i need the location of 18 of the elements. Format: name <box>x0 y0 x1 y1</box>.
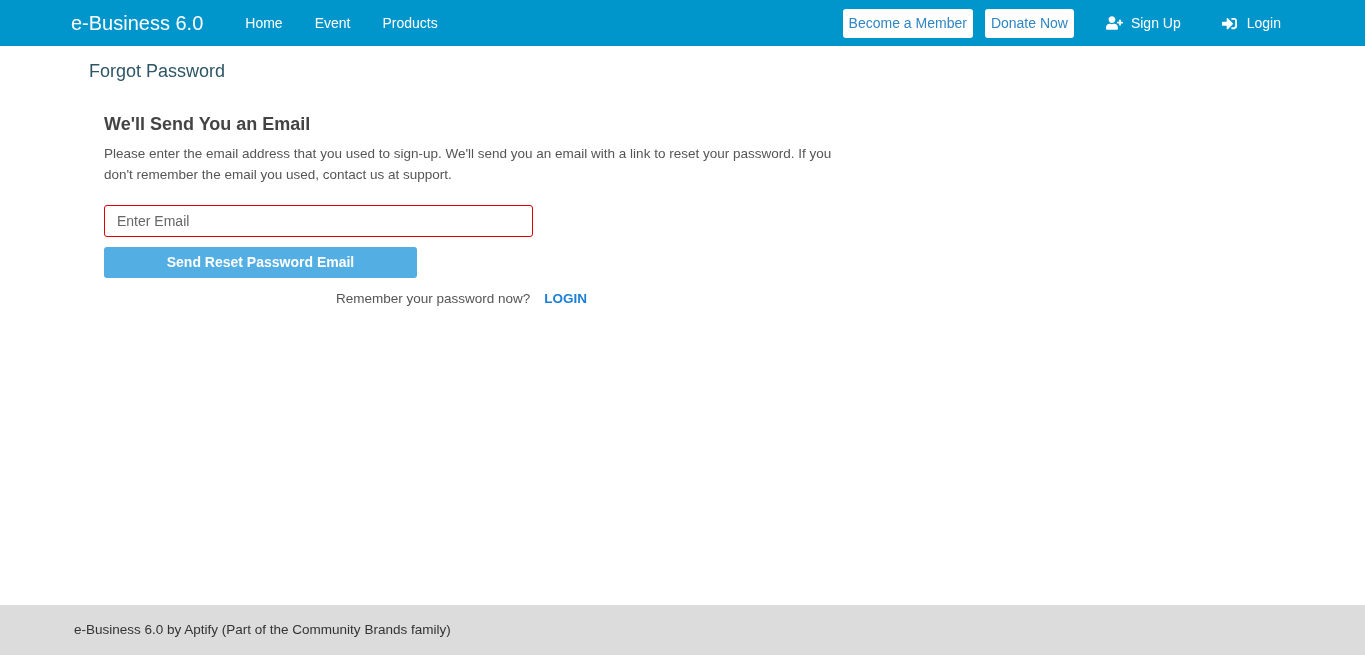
nav-link[interactable]: Home <box>229 12 299 34</box>
email-input[interactable]: Enter Email <box>104 205 533 237</box>
site-logo[interactable]: e-Business 6.0 <box>71 8 204 38</box>
form-heading: We'll Send You an Email <box>104 113 311 136</box>
login-link[interactable]: Login <box>1220 12 1281 34</box>
instruction-text: Please enter the email address that you used to sign-up. We'll send you an email with a link to reset your password. If you don't remember the email you used, contact us at support. <box>104 145 833 184</box>
login-prompt-text: Remember your password now? <box>336 290 531 308</box>
sign-in-icon <box>1220 15 1238 31</box>
login-link[interactable]: LOGIN <box>544 289 588 310</box>
page-title: Forgot Password <box>89 60 226 83</box>
sign-up-link[interactable]: Sign Up <box>1105 12 1181 34</box>
nav-link[interactable]: Products <box>366 12 454 34</box>
send-reset-button[interactable]: Send Reset Password Email <box>104 247 417 278</box>
footer-text: e-Business 6.0 by Aptify (Part of the Community Brands family) <box>74 620 451 639</box>
nav-link[interactable]: Event <box>298 12 367 34</box>
member-button[interactable]: Become a Member <box>842 8 973 38</box>
user-plus-icon <box>1105 16 1123 30</box>
donate-button[interactable]: Donate Now <box>984 8 1074 38</box>
